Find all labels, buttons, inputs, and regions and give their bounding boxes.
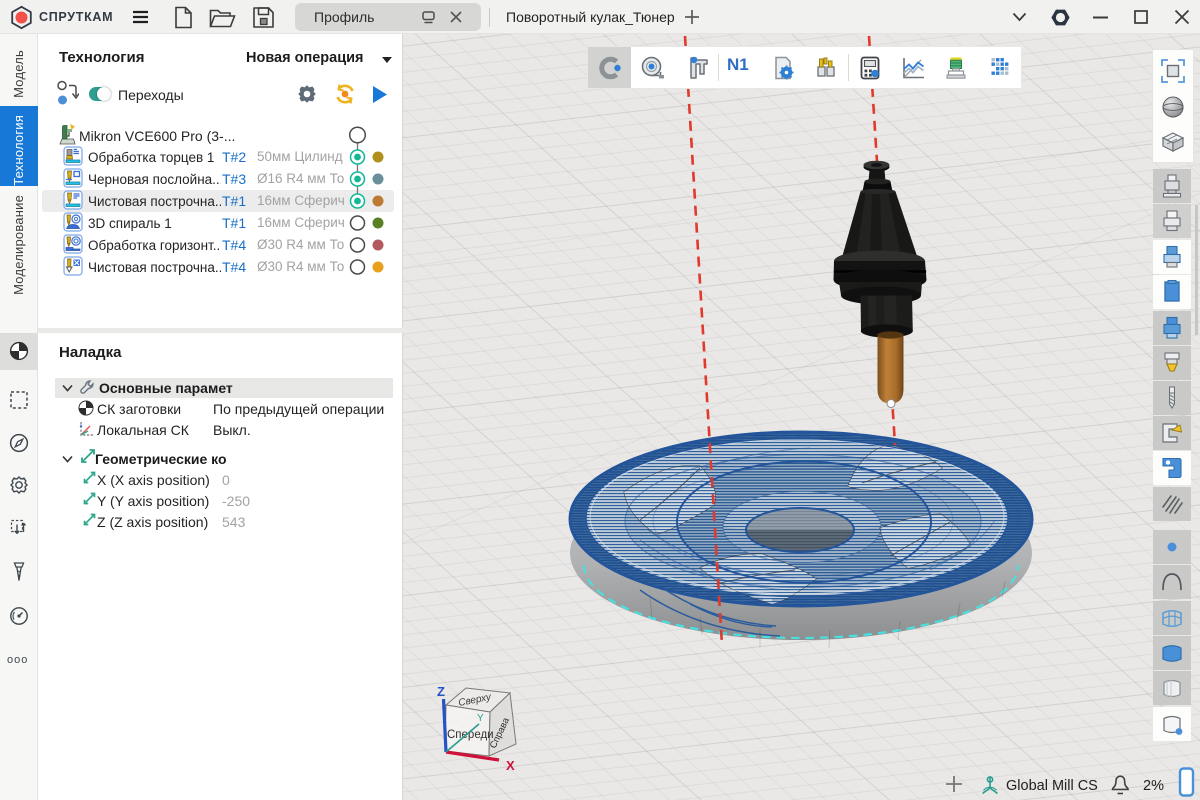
svg-text:Z: Z (437, 684, 445, 699)
svg-text:2%: 2% (1143, 778, 1164, 794)
svg-text:Y: Y (477, 713, 484, 724)
svg-text:Global Mill CS: Global Mill CS (1006, 778, 1098, 794)
svg-text:X: X (506, 758, 515, 773)
